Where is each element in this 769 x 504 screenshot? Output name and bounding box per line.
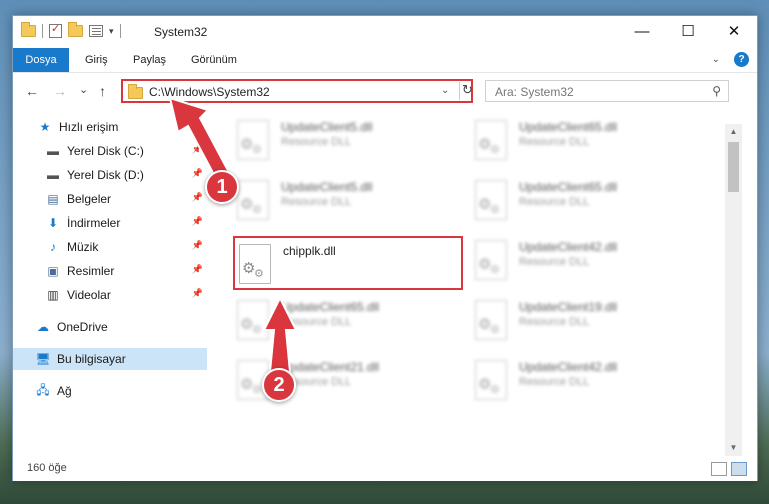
annotation-arrows bbox=[168, 96, 298, 373]
annotation-marker-2: 2 bbox=[262, 368, 296, 402]
annotation-marker-1: 1 bbox=[205, 170, 239, 204]
arrow-2 bbox=[262, 295, 298, 373]
